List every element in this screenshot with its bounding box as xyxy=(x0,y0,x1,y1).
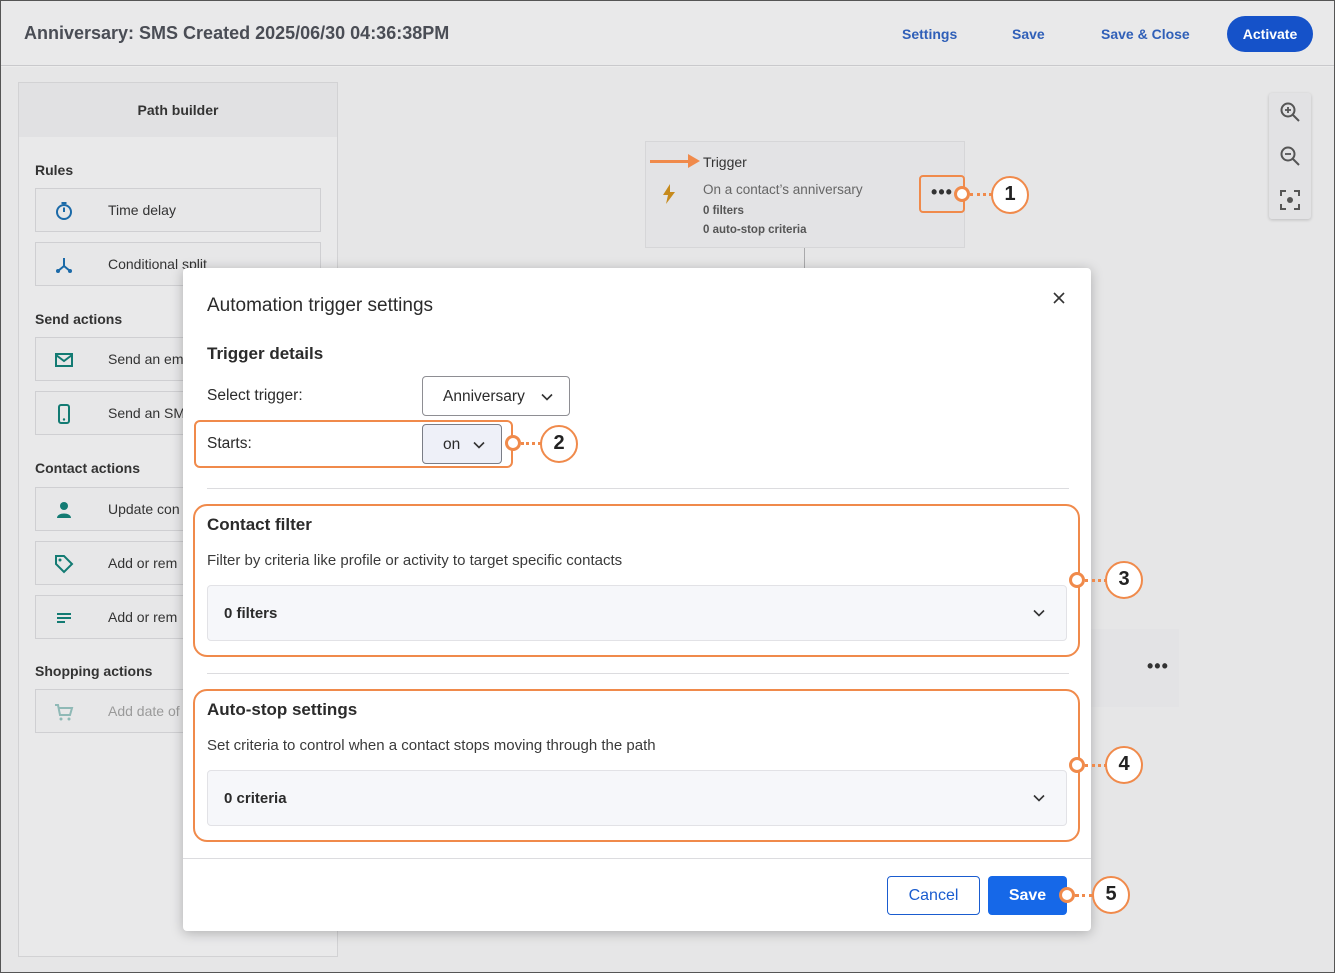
callout-anchor xyxy=(1069,572,1085,588)
cancel-button[interactable]: Cancel xyxy=(887,876,980,915)
item-label: Add date of xyxy=(108,703,180,719)
chevron-down-icon xyxy=(541,393,553,401)
callout-anchor xyxy=(505,435,521,451)
callout-line xyxy=(521,442,541,445)
auto-stop-highlight xyxy=(193,689,1080,842)
trigger-details-heading: Trigger details xyxy=(207,344,324,363)
trigger-node[interactable]: Trigger On a contact’s anniversary 0 fil… xyxy=(645,141,965,248)
section-contact-actions: Contact actions xyxy=(35,460,141,476)
callout-3: 3 xyxy=(1105,561,1143,599)
split-icon xyxy=(56,258,72,273)
settings-link[interactable]: Settings xyxy=(902,26,957,42)
zoom-out-icon[interactable] xyxy=(1279,145,1301,167)
trigger-filters: 0 filters xyxy=(703,205,744,217)
starts-highlight xyxy=(194,420,513,468)
item-label: Add or rem xyxy=(108,555,178,571)
save-link[interactable]: Save xyxy=(1012,26,1045,42)
zoom-in-icon[interactable] xyxy=(1279,101,1301,123)
section-shopping-actions: Shopping actions xyxy=(35,663,153,679)
item-label: Update con xyxy=(108,501,180,517)
dialog-title: Automation trigger settings xyxy=(207,295,434,316)
contact-filter-highlight xyxy=(193,504,1080,657)
trigger-select[interactable]: Anniversary xyxy=(422,376,570,416)
section-divider xyxy=(207,673,1069,674)
close-icon[interactable] xyxy=(1049,288,1069,308)
callout-line xyxy=(1075,894,1093,897)
item-label: Time delay xyxy=(108,202,176,218)
item-label: Send an SM xyxy=(108,405,186,421)
callout-1: 1 xyxy=(991,176,1029,214)
dialog-footer-divider xyxy=(183,858,1091,859)
stopwatch-icon xyxy=(56,202,72,220)
fit-view-icon[interactable] xyxy=(1279,189,1301,211)
callout-line xyxy=(1085,579,1107,582)
section-rules: Rules xyxy=(35,162,74,178)
cart-icon xyxy=(55,704,74,721)
item-label: Add or rem xyxy=(108,609,178,625)
trigger-auto-stop: 0 auto-stop criteria xyxy=(703,224,807,236)
person-icon xyxy=(57,502,71,518)
callout-line xyxy=(970,193,992,196)
item-time-delay[interactable]: Time delay xyxy=(35,188,321,232)
activate-button[interactable]: Activate xyxy=(1227,16,1313,52)
section-send-actions: Send actions xyxy=(35,311,123,327)
tag-icon xyxy=(55,555,74,574)
path-connector xyxy=(804,248,805,270)
lightning-icon xyxy=(663,184,675,204)
pointer-arrow xyxy=(650,154,700,168)
callout-anchor xyxy=(954,186,970,202)
node-menu-button[interactable]: ••• xyxy=(1147,656,1169,677)
callout-4: 4 xyxy=(1105,746,1143,784)
select-trigger-label: Select trigger: xyxy=(207,387,303,404)
top-bar: Anniversary: SMS Created 2025/06/30 04:3… xyxy=(1,1,1334,66)
list-icon xyxy=(57,613,71,623)
callout-5: 5 xyxy=(1092,876,1130,914)
item-label: Send an em xyxy=(108,351,184,367)
trigger-select-value: Anniversary xyxy=(443,388,525,405)
section-divider xyxy=(207,488,1069,489)
zoom-controls xyxy=(1269,93,1311,219)
save-button[interactable]: Save xyxy=(988,876,1067,915)
trigger-title: Trigger xyxy=(703,154,747,170)
save-close-link[interactable]: Save & Close xyxy=(1101,26,1190,42)
callout-2: 2 xyxy=(540,425,578,463)
callout-anchor xyxy=(1069,757,1085,773)
callout-anchor xyxy=(1059,887,1075,903)
envelope-icon xyxy=(55,353,73,367)
phone-icon xyxy=(58,404,70,424)
trigger-description: On a contact’s anniversary xyxy=(703,182,863,197)
automation-title: Anniversary: SMS Created 2025/06/30 04:3… xyxy=(24,23,450,43)
panel-title: Path builder xyxy=(19,83,337,137)
callout-line xyxy=(1085,764,1107,767)
